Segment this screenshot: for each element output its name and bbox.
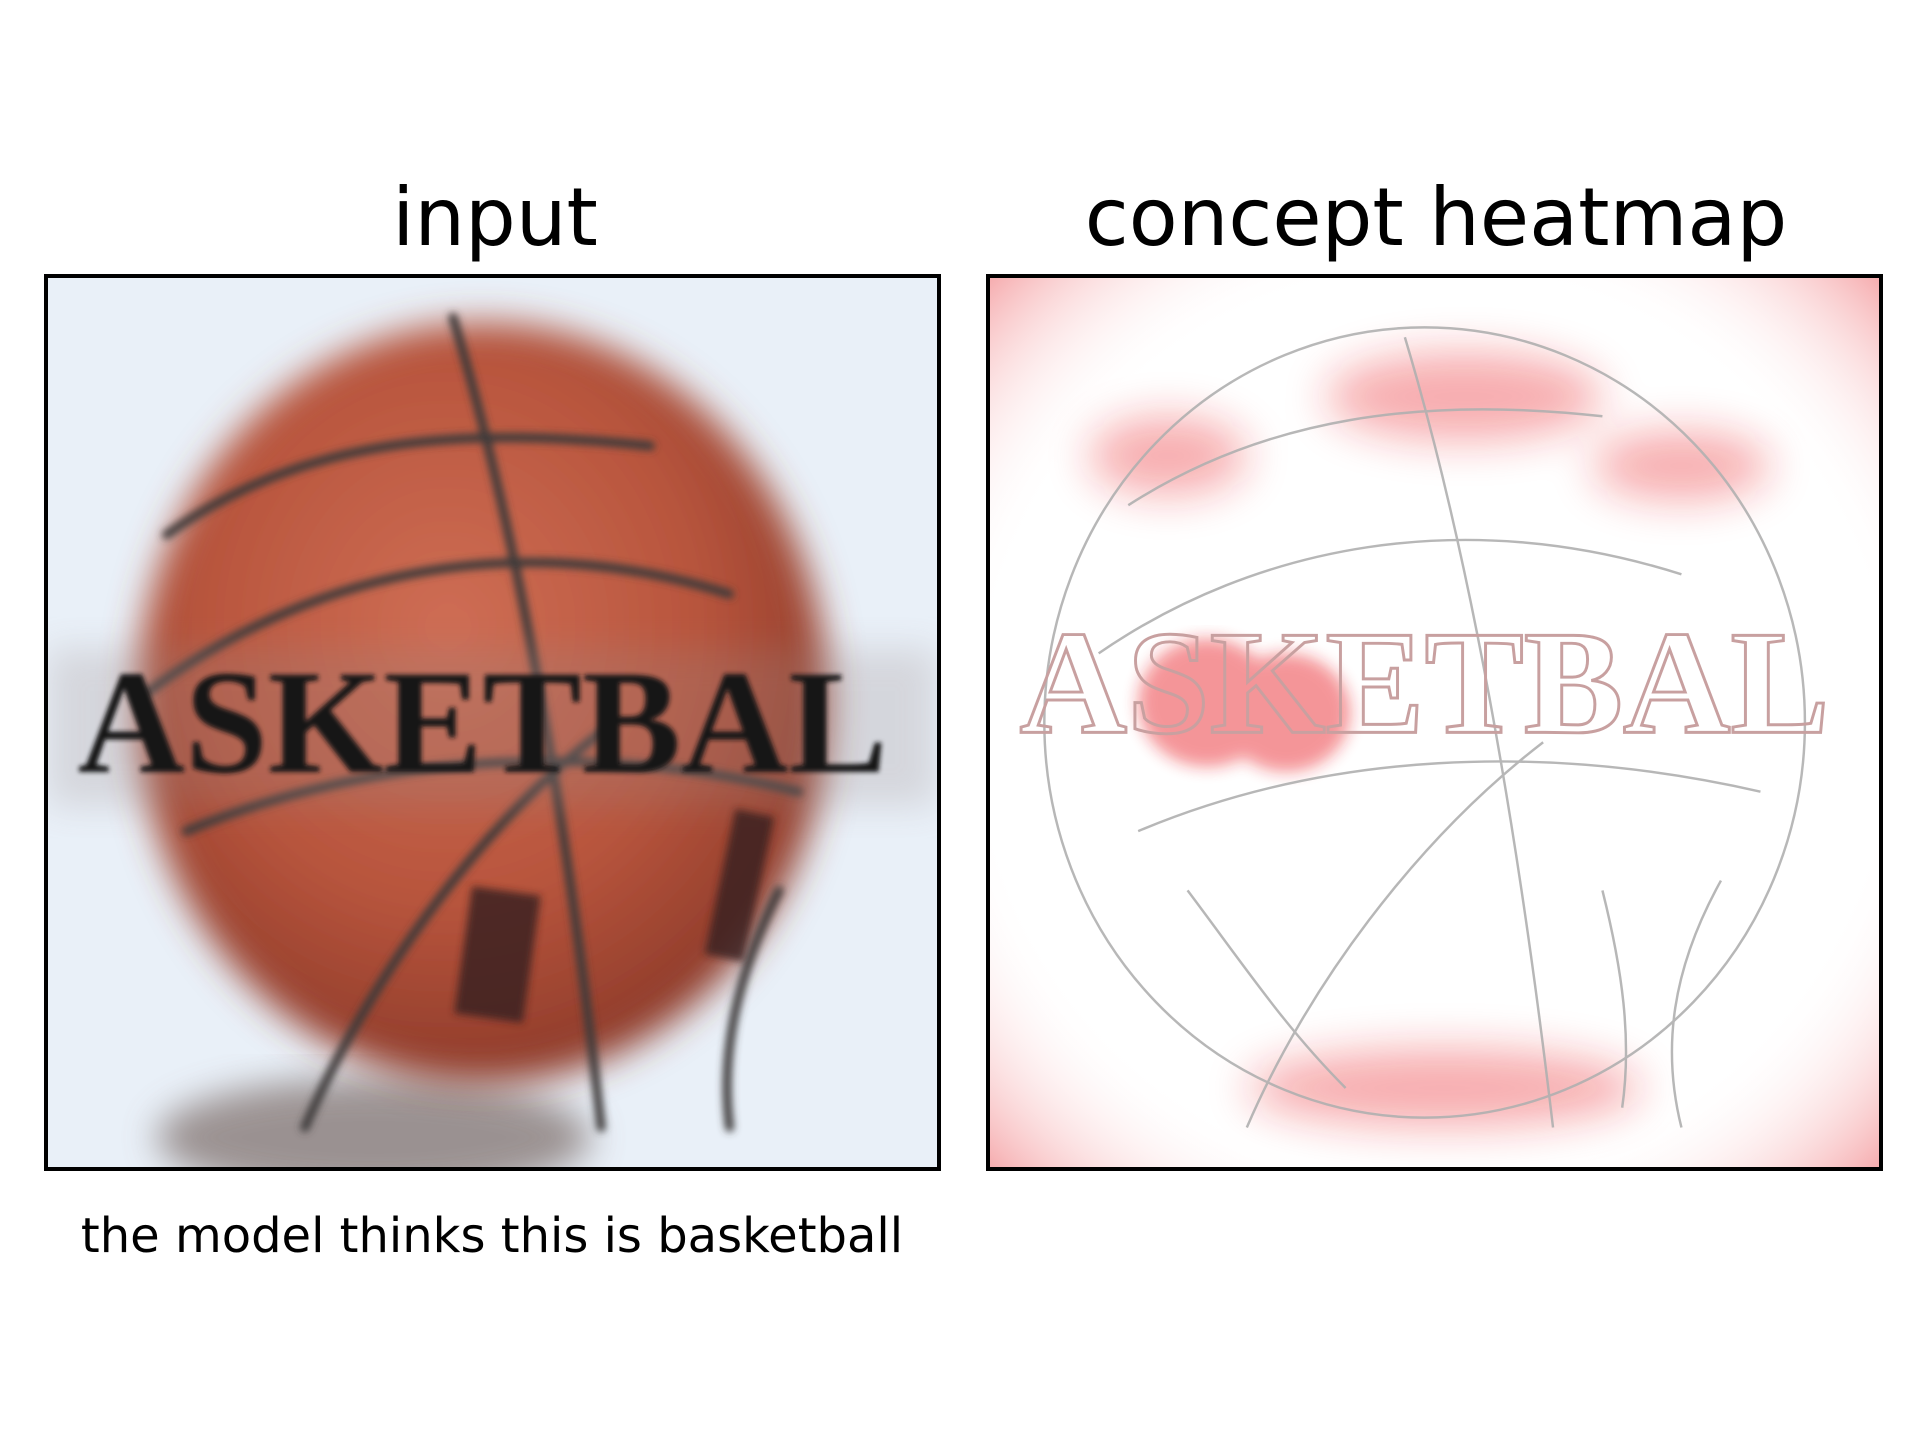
- heatmap-lettering: ASKETBAL: [1020, 601, 1830, 765]
- ball-lettering: ASKETBAL: [78, 641, 888, 805]
- concept-heatmap: ASKETBAL: [986, 274, 1883, 1171]
- input-title: input: [392, 171, 598, 264]
- input-image: ASKETBAL: [44, 274, 941, 1171]
- heatmap-image: ASKETBAL: [990, 278, 1879, 1167]
- basketball-photo: ASKETBAL: [48, 278, 937, 1167]
- heatmap-title: concept heatmap: [1084, 171, 1788, 264]
- prediction-caption: the model thinks this is basketball: [80, 1208, 904, 1264]
